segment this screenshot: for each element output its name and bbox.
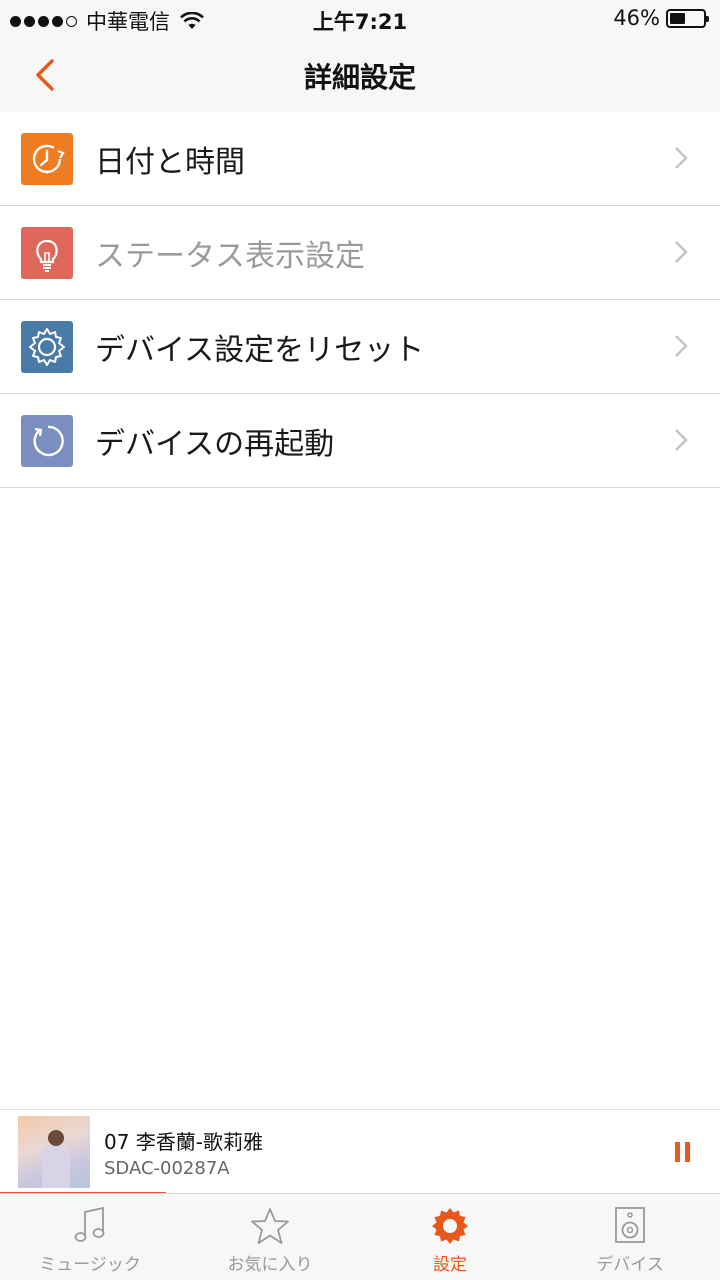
chevron-right-icon xyxy=(675,429,688,451)
pause-button[interactable] xyxy=(670,1142,690,1162)
battery-icon xyxy=(666,8,709,28)
now-playing-bar[interactable]: 07 李香蘭-歌莉雅 SDAC-00287A xyxy=(0,1109,720,1194)
status-right: 46% xyxy=(613,6,709,30)
track-title: 07 李香蘭-歌莉雅 xyxy=(104,1130,264,1154)
restart-icon xyxy=(21,414,73,467)
tab-bar: ミュージック お気に入り 設定 デバイス xyxy=(0,1193,720,1280)
tab-label: デバイス xyxy=(596,1255,664,1275)
pause-icon xyxy=(675,1142,680,1162)
settings-item-label: デバイス設定をリセット xyxy=(95,332,425,368)
settings-item-reset-device[interactable]: デバイス設定をリセット xyxy=(0,300,720,394)
status-bar: 中華電信 上午7:21 46% xyxy=(0,0,720,38)
settings-item-label: 日付と時間 xyxy=(95,144,245,180)
clock-icon xyxy=(21,132,73,185)
tab-settings[interactable]: 設定 xyxy=(360,1194,540,1280)
tab-music[interactable]: ミュージック xyxy=(0,1194,180,1280)
star-icon xyxy=(251,1208,289,1244)
settings-item-restart-device[interactable]: デバイスの再起動 xyxy=(0,394,720,488)
album-art[interactable] xyxy=(18,1116,90,1188)
gear-icon xyxy=(21,320,73,373)
settings-item-label: ステータス表示設定 xyxy=(95,238,365,274)
tab-label: お気に入り xyxy=(227,1255,313,1275)
settings-list: 日付と時間 ステータス表示設定 デバイス設定をリセット デバイスの再起動 xyxy=(0,112,720,488)
speaker-icon xyxy=(615,1207,645,1243)
status-time: 上午7:21 xyxy=(312,10,408,34)
tab-label: ミュージック xyxy=(39,1255,141,1275)
music-note-icon xyxy=(74,1206,105,1242)
tab-favorites[interactable]: お気に入り xyxy=(180,1194,360,1280)
lightbulb-icon xyxy=(21,226,73,279)
chevron-right-icon xyxy=(675,147,688,169)
tab-label: 設定 xyxy=(433,1255,467,1275)
settings-item-label: デバイスの再起動 xyxy=(95,426,335,462)
chevron-right-icon xyxy=(675,241,688,263)
battery-percent: 46% xyxy=(613,6,660,30)
track-subtitle: SDAC-00287A xyxy=(104,1158,230,1179)
navigation-bar: 詳細設定 xyxy=(0,38,720,112)
page-title: 詳細設定 xyxy=(303,61,416,94)
settings-item-date-time[interactable]: 日付と時間 xyxy=(0,112,720,206)
settings-item-status-display[interactable]: ステータス表示設定 xyxy=(0,206,720,300)
gear-icon xyxy=(432,1208,468,1244)
tab-device[interactable]: デバイス xyxy=(540,1194,720,1280)
chevron-right-icon xyxy=(675,335,688,357)
